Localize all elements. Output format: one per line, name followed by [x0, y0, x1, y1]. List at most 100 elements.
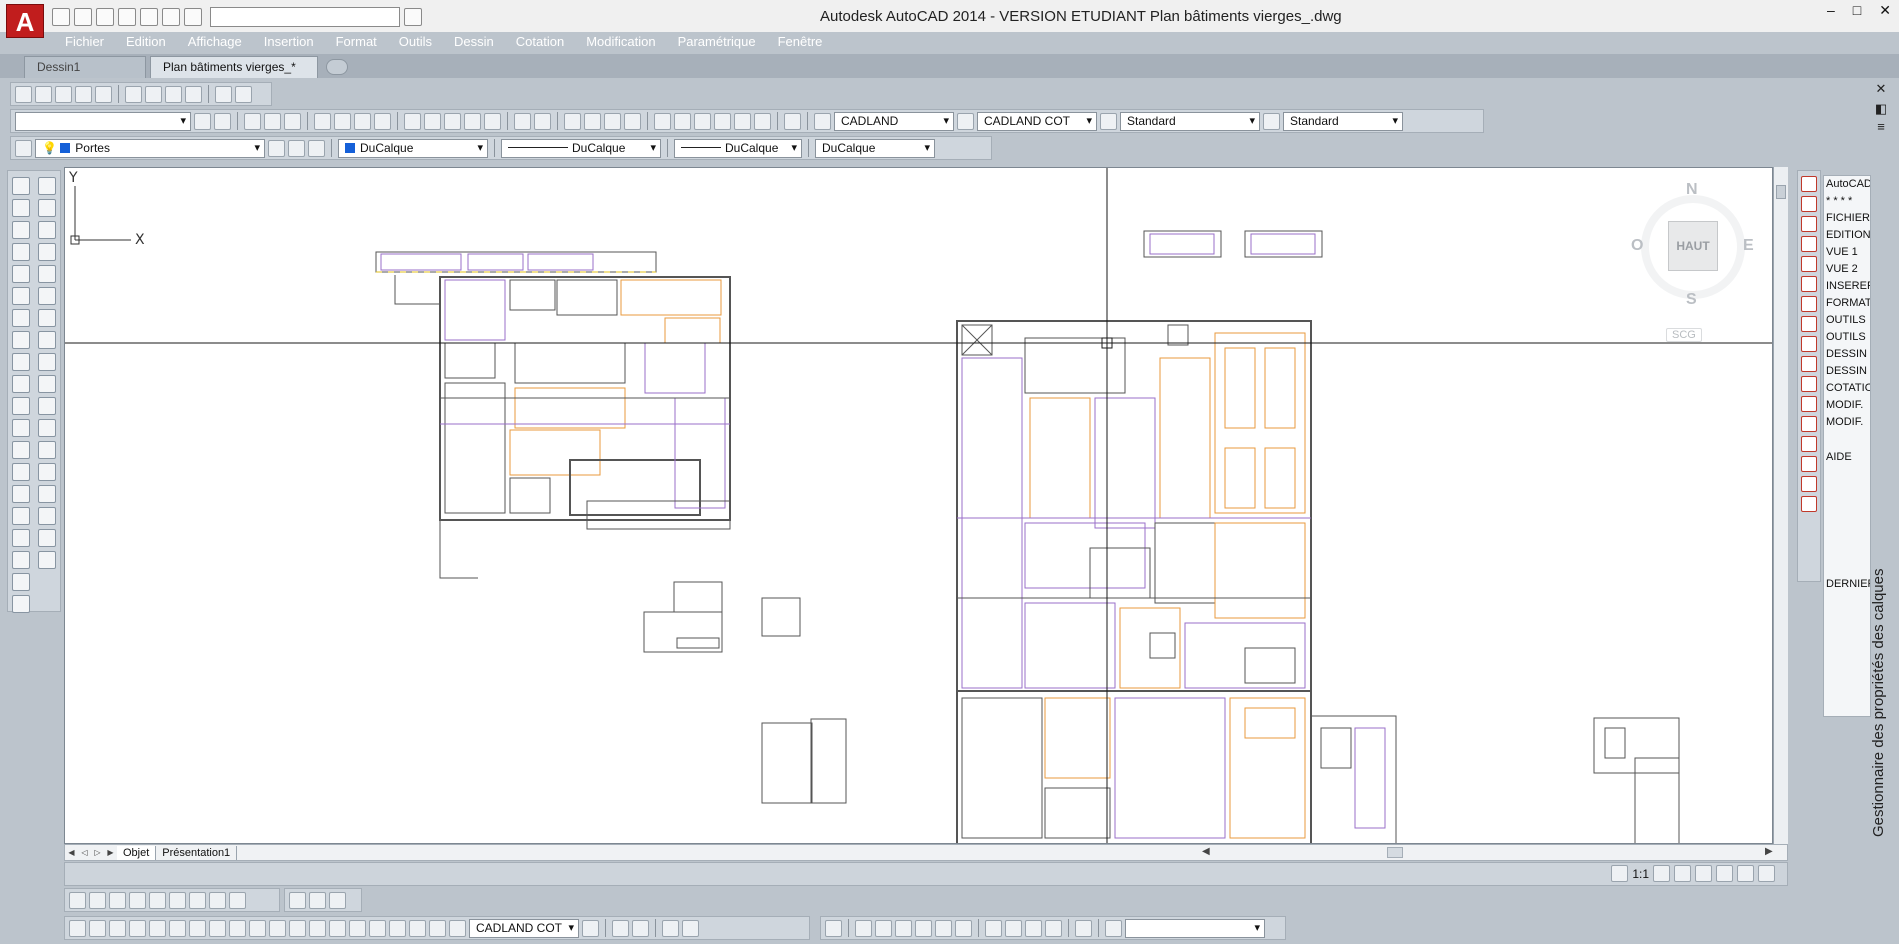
region-icon[interactable] — [12, 529, 30, 547]
menu-dessin[interactable]: Dessin — [443, 33, 505, 53]
edit-text-icon[interactable] — [109, 891, 126, 909]
drawing-area[interactable]: Y X — [64, 167, 1773, 844]
snap-apparent-intersection-icon[interactable] — [1801, 276, 1817, 292]
ne-iso-icon[interactable] — [1025, 919, 1042, 937]
auto-hide-icon[interactable]: ◧ — [1874, 102, 1888, 116]
save-as-icon[interactable] — [118, 8, 136, 26]
arc-length-dim-icon[interactable] — [109, 919, 126, 937]
markup-icon[interactable] — [734, 112, 751, 130]
layer-select[interactable]: 💡 Portes — [35, 138, 265, 158]
scroll-right-icon[interactable]: ▶ — [1765, 846, 1773, 857]
plot-style-select[interactable]: DuCalque — [815, 138, 935, 158]
send-to-back-icon[interactable] — [632, 919, 649, 937]
table-style-select[interactable]: Standard — [1120, 111, 1260, 131]
menu-format[interactable]: Format — [325, 33, 388, 53]
extend-icon[interactable] — [38, 397, 56, 415]
menu-insertion[interactable]: Insertion — [253, 33, 325, 53]
layer-properties-palette[interactable]: ✕ ◧ ≡ Gestionnaire des propriétés des ca… — [1868, 80, 1896, 838]
text-style-select[interactable]: CADLAND — [834, 111, 954, 131]
rectangle-icon[interactable] — [12, 265, 30, 283]
ellipse-icon[interactable] — [12, 375, 30, 393]
menu-edition[interactable]: Edition — [115, 33, 177, 53]
send-under-icon[interactable] — [682, 919, 699, 937]
tool-palettes-icon[interactable] — [694, 112, 711, 130]
workspace-select[interactable] — [210, 7, 400, 27]
angular-dim-icon[interactable] — [209, 919, 226, 937]
jogged-linear-icon[interactable] — [389, 919, 406, 937]
dim-style-select[interactable]: CADLAND COT — [469, 918, 579, 938]
make-block-icon[interactable] — [12, 441, 30, 459]
circle-icon[interactable] — [12, 309, 30, 327]
baseline-dim-icon[interactable] — [249, 919, 266, 937]
horizontal-scroll-thumb[interactable] — [1387, 847, 1403, 858]
text-style-icon[interactable] — [814, 112, 831, 130]
next-layout-arrow-icon[interactable]: ▷ — [91, 846, 104, 859]
zoom-previous-icon[interactable] — [215, 85, 232, 103]
cut-icon[interactable] — [404, 112, 421, 130]
line-icon[interactable] — [12, 177, 30, 195]
design-center-icon[interactable] — [674, 112, 691, 130]
convert-distance-icon[interactable] — [229, 891, 246, 909]
menu-modification[interactable]: Modification — [575, 33, 666, 53]
screen-menu-item[interactable]: DESSIN — [1826, 365, 1870, 382]
menu-affichage[interactable]: Affichage — [177, 33, 253, 53]
front-view-icon[interactable] — [935, 919, 952, 937]
chamfer-icon[interactable] — [38, 485, 56, 503]
close-button[interactable]: ✕ — [1879, 2, 1891, 19]
dim-style-icon[interactable] — [957, 112, 974, 130]
redo-icon[interactable] — [184, 8, 202, 26]
open-icon[interactable] — [264, 112, 281, 130]
zoom-window-icon[interactable] — [15, 85, 32, 103]
revision-cloud-icon[interactable] — [12, 331, 30, 349]
erase-icon[interactable] — [38, 177, 56, 195]
stretch-icon[interactable] — [38, 353, 56, 371]
screen-menu-item[interactable]: DESSIN — [1826, 348, 1870, 365]
snap-nearest-icon[interactable] — [1801, 456, 1817, 472]
zoom-scale-icon[interactable] — [55, 85, 72, 103]
justify-text-icon[interactable] — [209, 891, 226, 909]
named-views-icon[interactable] — [825, 919, 842, 937]
menu-parametrique[interactable]: Paramétrique — [667, 33, 767, 53]
open-icon[interactable] — [74, 8, 92, 26]
layout-tab-objet[interactable]: Objet — [117, 845, 157, 860]
snap-endpoint-icon[interactable] — [1801, 216, 1817, 232]
isolate-objects-icon[interactable] — [1737, 865, 1754, 882]
zoom-icon[interactable] — [1105, 919, 1122, 937]
auto-scale-icon[interactable] — [1674, 865, 1691, 882]
screen-menu-help[interactable]: AIDE — [1826, 451, 1870, 468]
break-point-icon[interactable] — [38, 419, 56, 437]
file-tab-dessin1[interactable]: Dessin1 — [24, 56, 146, 78]
undo-icon[interactable] — [162, 8, 180, 26]
pan-icon[interactable] — [289, 891, 306, 909]
calculator-icon[interactable] — [754, 112, 771, 130]
file-tab-plan-batiments[interactable]: Plan bâtiments vierges_* ✕ — [150, 56, 318, 94]
bring-above-icon[interactable] — [662, 919, 679, 937]
orbit-icon[interactable] — [309, 891, 326, 909]
join-icon[interactable] — [38, 463, 56, 481]
array-icon[interactable] — [38, 265, 56, 283]
dim-style-manager-icon[interactable] — [582, 919, 599, 937]
screen-menu-item[interactable]: OUTILS — [1826, 314, 1870, 331]
insert-block-icon[interactable] — [12, 419, 30, 437]
hatch-icon[interactable] — [12, 485, 30, 503]
compass-north[interactable]: N — [1686, 181, 1698, 199]
screen-menu-item[interactable]: FICHIER — [1826, 212, 1870, 229]
offset-icon[interactable] — [38, 243, 56, 261]
plot-icon[interactable] — [314, 112, 331, 130]
zoom-object-icon[interactable] — [95, 85, 112, 103]
menu-fenetre[interactable]: Fenêtre — [767, 33, 834, 53]
viewcube-top-face[interactable]: HAUT — [1668, 221, 1718, 271]
scroll-left-icon[interactable]: ◀ — [1202, 846, 1210, 857]
screen-menu-item[interactable]: * * * * — [1826, 195, 1870, 212]
point-icon[interactable] — [12, 463, 30, 481]
snap-tangent-icon[interactable] — [1801, 356, 1817, 372]
text-style-icon[interactable] — [169, 891, 186, 909]
screen-menu-item[interactable]: FORMAT — [1826, 297, 1870, 314]
menu-cotation[interactable]: Cotation — [505, 33, 575, 53]
fillet-icon[interactable] — [38, 507, 56, 525]
layer-previous-icon[interactable] — [288, 139, 305, 157]
table-style-icon[interactable] — [1100, 112, 1117, 130]
ellipse-arc-icon[interactable] — [12, 397, 30, 415]
screen-menu-item[interactable]: VUE 1 — [1826, 246, 1870, 263]
zoom-in-icon[interactable] — [125, 85, 142, 103]
